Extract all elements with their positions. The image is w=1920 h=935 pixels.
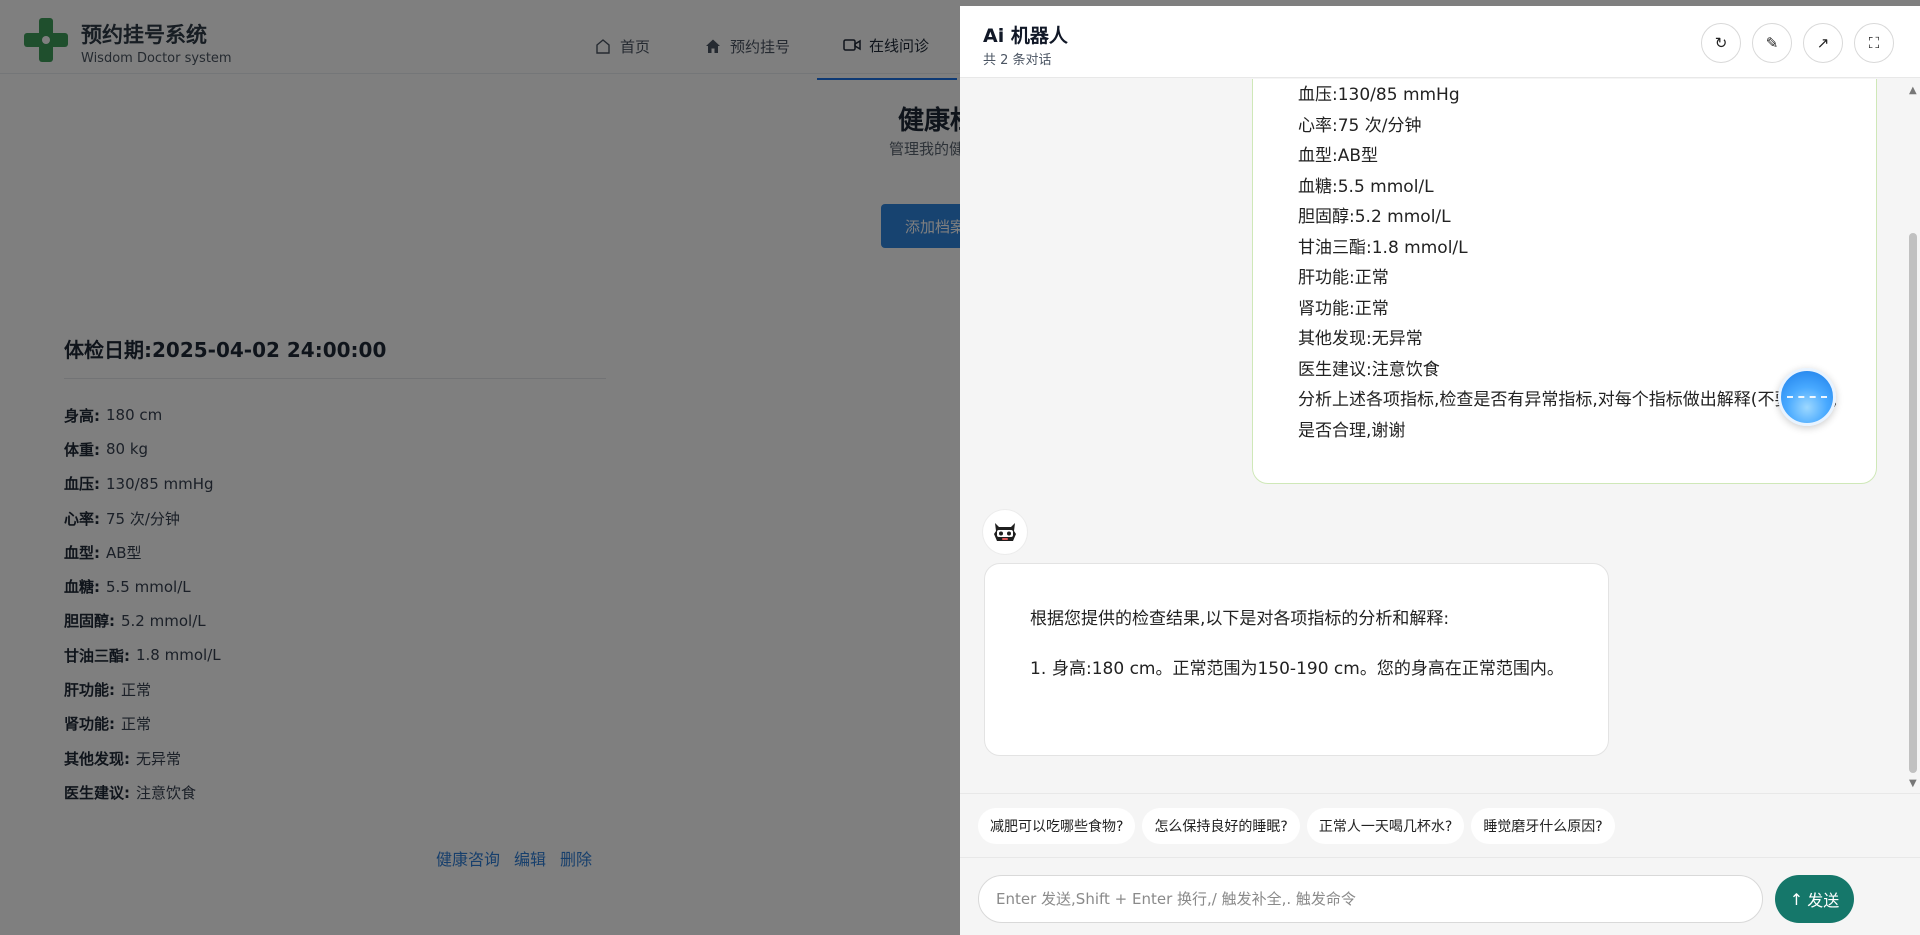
arrow-up-right-icon: ↗: [1816, 34, 1830, 52]
suggestion-chip[interactable]: 正常人一天喝几杯水?: [1306, 807, 1465, 844]
refresh-button[interactable]: ↻: [1701, 23, 1741, 63]
suggestion-chip[interactable]: 怎么保持良好的睡眠?: [1142, 807, 1300, 844]
list-text: 身高:180 cm。正常范围为150-190 cm。您的身高在正常范围内。: [1052, 659, 1564, 679]
user-message-line: 肝功能:正常: [1298, 268, 1389, 288]
float-ball-icon: [1787, 396, 1827, 398]
assistant-float-button[interactable]: [1778, 368, 1836, 426]
brush-icon: ✎: [1765, 34, 1779, 52]
user-message-bubble: 血压:130/85 mmHg 心率:75 次/分钟 血型:AB型血糖:5.5 mmo…: [1252, 79, 1877, 484]
robot-avatar-icon: [994, 523, 1016, 541]
scroll-up-arrow-icon[interactable]: ▲: [1909, 85, 1917, 96]
user-message-line: 血型:AB型: [1298, 146, 1379, 166]
user-message-line: 肾功能:正常: [1298, 298, 1389, 319]
bot-list-item: 1. 身高:180 cm。正常范围为150-190 cm。您的身高在正常范围内。: [1030, 654, 1570, 684]
user-message-line: 血糖:5.5 mmol/L: [1298, 176, 1434, 197]
suggestion-chip[interactable]: 睡觉磨牙什么原因?: [1471, 807, 1615, 844]
list-number: 1.: [1030, 659, 1047, 679]
fullscreen-icon: ⛶: [1868, 34, 1880, 52]
user-message-closing: 分析上述各项指标,检查是否有异常指标,对每个指标做出解释(不要省略),是否合理,…: [1298, 390, 1838, 441]
suggestion-chip[interactable]: 减肥可以吃哪些食物?: [978, 807, 1136, 844]
scrollbar-thumb[interactable]: [1909, 233, 1917, 773]
user-message-text: 血压:130/85 mmHg 心率:75 次/分钟 血型:AB型血糖:5.5 mmo…: [1298, 80, 1838, 446]
clear-button[interactable]: ✎: [1752, 23, 1792, 63]
user-message-line: 其他发现:无异常: [1298, 329, 1423, 349]
chat-header: Ai 机器人 共 2 条对话 ↻ ✎ ↗ ⛶: [960, 6, 1920, 78]
send-arrow-icon: ↑: [1789, 889, 1804, 909]
chat-subtitle: 共 2 条对话: [983, 53, 1052, 68]
send-label: 发送: [1807, 891, 1840, 910]
user-message-line: 心率:75 次/分钟: [1298, 115, 1422, 136]
suggestion-bar: 减肥可以吃哪些食物? 怎么保持良好的睡眠? 正常人一天喝几杯水? 睡觉磨牙什么原…: [960, 793, 1920, 857]
open-external-button[interactable]: ↗: [1803, 23, 1843, 63]
user-message-line: 甘油三酯:1.8 mmol/L: [1298, 237, 1468, 258]
bot-intro: 根据您提供的检查结果,以下是对各项指标的分析和解释:: [1030, 609, 1450, 629]
bot-message-bubble: 根据您提供的检查结果,以下是对各项指标的分析和解释: 1. 身高:180 cm。…: [984, 563, 1609, 756]
chat-input[interactable]: [978, 875, 1763, 923]
refresh-icon: ↻: [1714, 34, 1728, 52]
send-button[interactable]: ↑ 发送: [1775, 875, 1854, 923]
chat-title: Ai 机器人: [983, 25, 1068, 47]
user-message-line: 血压:130/85 mmHg: [1298, 85, 1460, 105]
ai-chat-drawer: Ai 机器人 共 2 条对话 ↻ ✎ ↗ ⛶ 血压:130/85 mmHg 心率:…: [960, 6, 1920, 935]
chat-input-bar: ↑ 发送: [960, 857, 1920, 935]
bot-message-text: 根据您提供的检查结果,以下是对各项指标的分析和解释: 1. 身高:180 cm。…: [1030, 604, 1570, 684]
bot-avatar: [983, 510, 1027, 554]
message-scrollbar[interactable]: ▲ ▼: [1906, 79, 1920, 793]
scroll-down-arrow-icon[interactable]: ▼: [1909, 778, 1917, 789]
user-message-line: 胆固醇:5.2 mmol/L: [1298, 207, 1451, 227]
message-list[interactable]: 血压:130/85 mmHg 心率:75 次/分钟 血型:AB型血糖:5.5 mmo…: [960, 79, 1906, 793]
user-message-line: 医生建议:注意饮食: [1298, 359, 1440, 380]
fullscreen-button[interactable]: ⛶: [1854, 23, 1894, 63]
